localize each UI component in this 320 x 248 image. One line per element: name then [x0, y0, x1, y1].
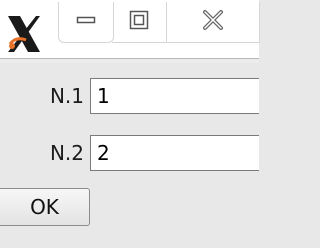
x-app-icon[interactable] [6, 14, 42, 54]
close-button[interactable] [166, 2, 260, 43]
minimize-button[interactable] [58, 2, 114, 43]
maximize-button[interactable] [112, 2, 167, 43]
minimize-icon [76, 10, 96, 34]
window-titlebar [0, 0, 260, 58]
n1-label: N.1 [49, 84, 84, 108]
close-icon [202, 9, 224, 35]
ok-button[interactable]: OK [0, 188, 90, 226]
n1-field[interactable] [90, 78, 259, 114]
maximize-icon [129, 10, 149, 34]
n2-field[interactable] [90, 135, 259, 171]
window-frame-edge [0, 58, 259, 63]
n2-label: N.2 [49, 141, 84, 165]
